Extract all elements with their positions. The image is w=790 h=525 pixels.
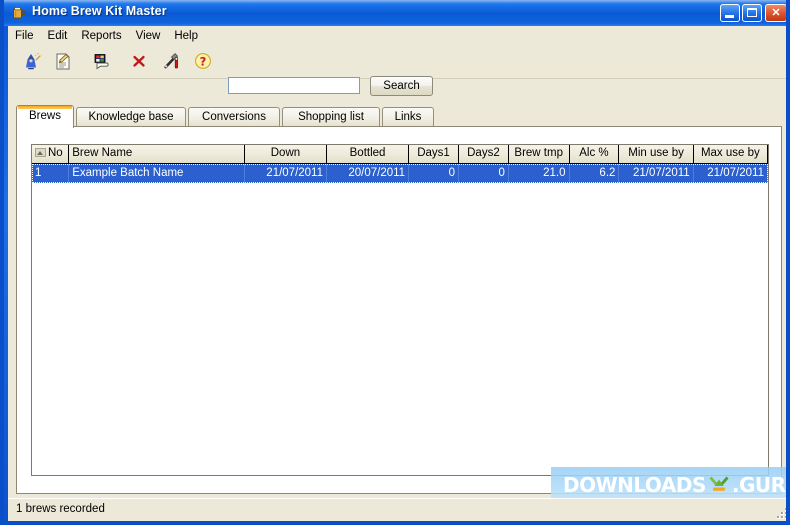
help-question-icon: ? (195, 53, 211, 69)
cell-max-use-by: 21/07/2011 (694, 164, 768, 183)
window-title: Home Brew Kit Master (32, 4, 167, 18)
cell-days2: 0 (459, 164, 509, 183)
cards-icon-button[interactable] (88, 49, 114, 74)
table-row[interactable]: 1 Example Batch Name 21/07/2011 20/07/20… (32, 164, 768, 183)
menu-edit[interactable]: Edit (41, 27, 75, 45)
maximize-icon (747, 8, 757, 17)
search-button[interactable]: Search (370, 76, 433, 96)
toolbar: ? (8, 45, 786, 79)
cell-brew-name: Example Batch Name (69, 164, 245, 183)
title-bar-highlight (4, 0, 786, 3)
close-icon: ✕ (771, 7, 781, 19)
tab-knowledge-base[interactable]: Knowledge base (76, 107, 186, 127)
menu-file[interactable]: File (8, 27, 41, 45)
tab-conversions[interactable]: Conversions (188, 107, 280, 127)
cell-days1: 0 (409, 164, 459, 183)
beer-mug-icon (11, 5, 27, 21)
sort-ascending-icon (35, 148, 46, 157)
menu-reports[interactable]: Reports (74, 27, 128, 45)
status-text: 1 brews recorded (16, 503, 105, 515)
client-area: File Edit Reports View Help ? Search Bre… (8, 26, 786, 521)
title-bar[interactable]: Home Brew Kit Master ✕ (4, 0, 786, 26)
cards-icon (94, 54, 109, 70)
tab-links[interactable]: Links (382, 107, 434, 127)
menu-view[interactable]: View (129, 27, 168, 45)
wizard-icon (26, 52, 42, 70)
edit-document-icon-button[interactable] (50, 49, 76, 74)
tab-shopping-list[interactable]: Shopping list (282, 107, 380, 127)
minimize-button[interactable] (720, 4, 740, 22)
tab-strip: Brews Knowledge base Conversions Shoppin… (16, 105, 782, 128)
minimize-icon (725, 15, 734, 18)
column-header-days1[interactable]: Days1 (409, 145, 459, 163)
delete-x-icon (133, 55, 145, 67)
maximize-button[interactable] (742, 4, 762, 22)
column-header-bottled[interactable]: Bottled (327, 145, 410, 163)
tools-icon-button[interactable] (158, 49, 184, 74)
menu-bar: File Edit Reports View Help (8, 26, 786, 46)
column-header-brew-name[interactable]: Brew Name (69, 145, 245, 163)
column-header-no[interactable]: No (32, 145, 70, 163)
help-question-icon-button[interactable]: ? (190, 49, 216, 74)
status-bar: 1 brews recorded (8, 498, 786, 521)
grid-header-row: No Brew Name Down Bottled Days1 Days2 Br… (32, 145, 768, 164)
cell-brew-tmp: 21.0 (509, 164, 570, 183)
tab-brews[interactable]: Brews (16, 105, 74, 128)
column-header-days2[interactable]: Days2 (458, 145, 509, 163)
tools-icon (164, 53, 178, 69)
column-header-max-use-by[interactable]: Max use by (693, 145, 768, 163)
cell-bottled: 20/07/2011 (327, 164, 410, 183)
tab-page-brews: No Brew Name Down Bottled Days1 Days2 Br… (16, 126, 782, 494)
column-header-brew-tmp[interactable]: Brew tmp (508, 145, 570, 163)
column-header-min-use-by[interactable]: Min use by (619, 145, 694, 163)
close-button[interactable]: ✕ (765, 4, 786, 22)
edit-document-icon (56, 53, 70, 70)
menu-help[interactable]: Help (167, 27, 205, 45)
cell-min-use-by: 21/07/2011 (619, 164, 694, 183)
cell-no: 1 (32, 164, 70, 183)
wizard-icon-button[interactable] (20, 49, 46, 74)
brews-grid[interactable]: No Brew Name Down Bottled Days1 Days2 Br… (31, 144, 769, 476)
application-window: Home Brew Kit Master ✕ File Edit Reports Vi… (0, 0, 790, 525)
search-input[interactable] (228, 77, 360, 94)
column-header-no-label: No (48, 147, 63, 159)
delete-x-icon-button[interactable] (126, 49, 152, 74)
svg-text:?: ? (200, 55, 207, 69)
resize-grip[interactable] (774, 505, 786, 519)
cell-down: 21/07/2011 (245, 164, 327, 183)
column-header-alc-pct[interactable]: Alc % (569, 145, 620, 163)
column-header-down[interactable]: Down (244, 145, 327, 163)
cell-alc-pct: 6.2 (570, 164, 620, 183)
